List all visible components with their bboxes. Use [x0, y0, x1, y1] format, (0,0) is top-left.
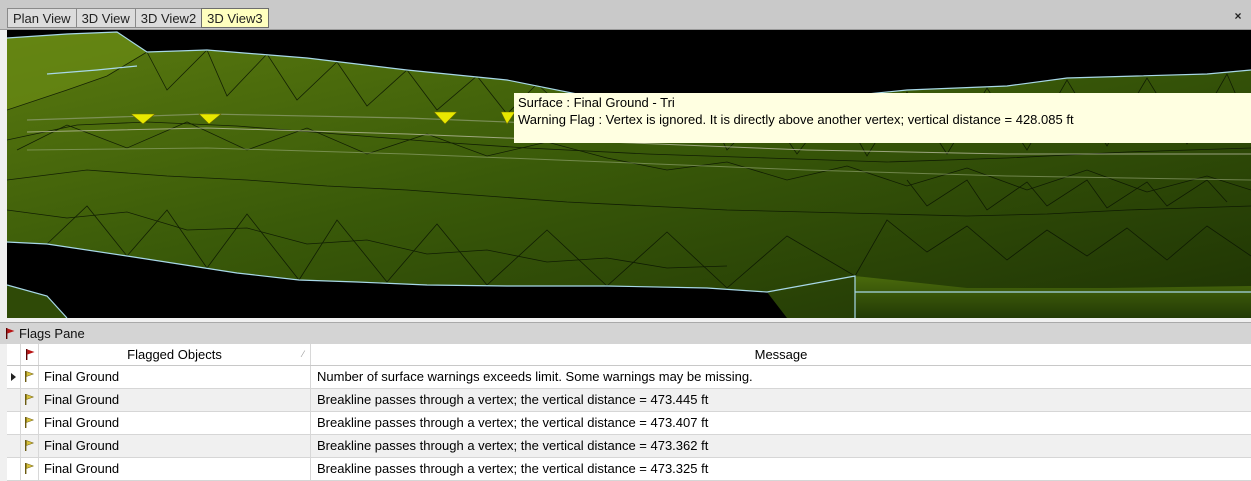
- tooltip-surface-line: Surface : Final Ground - Tri: [518, 95, 675, 110]
- table-row[interactable]: Final Ground Breakline passes through a …: [7, 435, 1251, 458]
- warning-flag-icon: [25, 371, 34, 382]
- flags-pane-header: Flags Pane: [0, 322, 1251, 344]
- flagged-objects-column-header[interactable]: Flagged Objects ⁄: [39, 344, 311, 365]
- message-cell: Breakline passes through a vertex; the v…: [317, 438, 709, 453]
- grid-header: Flagged Objects ⁄ Message: [7, 344, 1251, 366]
- tooltip-warning-line: Warning Flag : Vertex is ignored. It is …: [518, 112, 1074, 127]
- close-icon[interactable]: ×: [1231, 9, 1245, 23]
- row-flag-cell: [21, 389, 39, 411]
- terrain-surface: [7, 32, 1251, 318]
- column-resize-icon: ⁄: [302, 349, 304, 359]
- flagged-object-cell: Final Ground: [39, 412, 311, 434]
- flag-icon: [6, 328, 15, 339]
- message-cell: Breakline passes through a vertex; the v…: [317, 392, 709, 407]
- message-column-header[interactable]: Message: [311, 344, 1251, 365]
- row-indicator: [7, 435, 21, 457]
- flag-column-header[interactable]: [21, 344, 39, 365]
- surface-tooltip: Surface : Final Ground - Tri Warning Fla…: [514, 93, 1251, 143]
- tab-3d-view2[interactable]: 3D View2: [134, 8, 202, 28]
- table-row[interactable]: Final Ground Number of surface warnings …: [7, 366, 1251, 389]
- row-indicator: [7, 458, 21, 480]
- terrain-lower-left: [7, 285, 67, 318]
- view-tabs: Plan View 3D View 3D View2 3D View3: [7, 8, 269, 29]
- table-row[interactable]: Final Ground Breakline passes through a …: [7, 389, 1251, 412]
- flags-pane-title: Flags Pane: [19, 326, 85, 341]
- warning-flag-icon: [25, 463, 34, 474]
- warning-flag-icon: [25, 440, 34, 451]
- tab-3d-view[interactable]: 3D View: [75, 8, 135, 28]
- row-flag-cell: [21, 366, 39, 388]
- grid-rows: Final Ground Number of surface warnings …: [7, 366, 1251, 481]
- row-flag-cell: [21, 458, 39, 480]
- row-indicator-header: [7, 344, 21, 365]
- message-cell: Breakline passes through a vertex; the v…: [317, 461, 709, 476]
- 3d-viewport[interactable]: Surface : Final Ground - Tri Warning Fla…: [7, 30, 1251, 318]
- flag-icon: [26, 349, 35, 360]
- warning-flag-icon: [25, 394, 34, 405]
- tab-plan-view[interactable]: Plan View: [7, 8, 76, 28]
- row-indicator: [7, 389, 21, 411]
- row-indicator: [7, 366, 21, 388]
- message-cell: Breakline passes through a vertex; the v…: [317, 415, 709, 430]
- table-row[interactable]: Final Ground Breakline passes through a …: [7, 458, 1251, 481]
- view-tab-strip: Plan View 3D View 3D View2 3D View3 ×: [0, 0, 1251, 30]
- message-cell: Number of surface warnings exceeds limit…: [317, 369, 753, 384]
- flagged-object-cell: Final Ground: [39, 366, 311, 388]
- flagged-object-cell: Final Ground: [39, 389, 311, 411]
- tab-3d-view3[interactable]: 3D View3: [201, 8, 269, 28]
- current-row-arrow-icon: [11, 373, 16, 381]
- surface-render: [7, 31, 1251, 318]
- flags-pane: Flags Pane Flagged Objects ⁄ Message Fin…: [0, 320, 1251, 481]
- row-indicator: [7, 412, 21, 434]
- flagged-object-cell: Final Ground: [39, 435, 311, 457]
- flags-grid[interactable]: Flagged Objects ⁄ Message Final Ground N…: [7, 344, 1251, 481]
- table-row[interactable]: Final Ground Breakline passes through a …: [7, 412, 1251, 435]
- flagged-object-cell: Final Ground: [39, 458, 311, 480]
- warning-flag-icon: [25, 417, 34, 428]
- row-flag-cell: [21, 412, 39, 434]
- row-flag-cell: [21, 435, 39, 457]
